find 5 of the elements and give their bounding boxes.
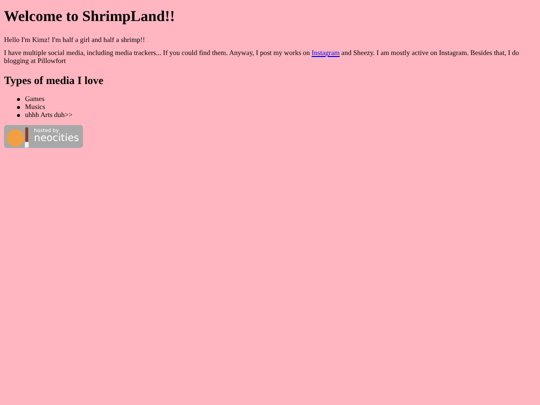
section-heading: Types of media I love bbox=[4, 75, 104, 87]
page-title: Welcome to ShrimpLand!! bbox=[4, 9, 176, 26]
bullet-icon bbox=[17, 98, 20, 100]
bullet-icon bbox=[17, 114, 20, 116]
bullet-icon bbox=[17, 106, 20, 108]
